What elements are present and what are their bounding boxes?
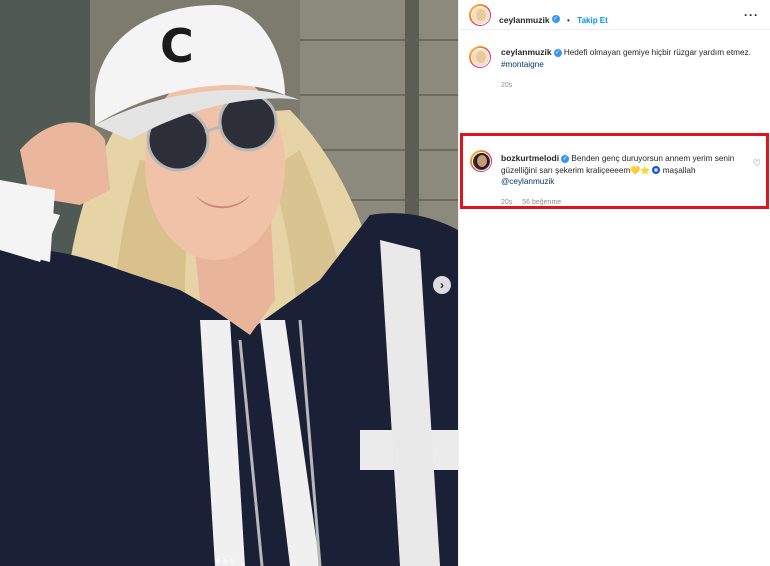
heart-icon[interactable]: ♡ — [753, 158, 761, 169]
comment-timestamp[interactable]: 20s — [501, 199, 512, 206]
post-header: ceylanmuzik ✓ • Takip Et ··· — [459, 0, 770, 30]
caption-text: Hedefi olmayan gemiye hiçbir rüzgar yard… — [563, 48, 751, 57]
caption-username[interactable]: ceylanmuzik — [501, 47, 552, 57]
hashtag-link[interactable]: #montaigne — [501, 60, 544, 69]
yellow-heart-icon: 💛 — [630, 165, 641, 175]
highlighted-comment: bozkurtmelodi ✓ Benden genç duruyorsun an… — [460, 133, 769, 209]
mention-link[interactable]: @ceylanmuzik — [501, 177, 554, 186]
author-avatar[interactable] — [469, 4, 491, 26]
author-username[interactable]: ceylanmuzik — [499, 15, 550, 25]
verified-badge-icon: ✓ — [551, 14, 560, 23]
caption-timestamp[interactable]: 20s — [501, 82, 512, 89]
separator-dot: • — [567, 16, 570, 25]
post-side-panel: ceylanmuzik ✓ • Takip Et ··· ceylanmuzik ✓… — [458, 0, 770, 566]
caption-avatar[interactable] — [469, 46, 491, 68]
post-photo[interactable]: C › — [0, 0, 458, 566]
follow-button[interactable]: Takip Et — [577, 16, 608, 25]
commenter-avatar[interactable] — [470, 150, 492, 172]
carousel-dots — [216, 559, 234, 563]
more-options-icon[interactable]: ··· — [744, 8, 759, 22]
commenter-username[interactable]: bozkurtmelodi — [501, 153, 559, 163]
woman-portrait-image: C — [0, 0, 458, 566]
verified-badge-icon: ✓ — [553, 48, 562, 57]
nazar-bead-icon — [652, 166, 661, 175]
verified-badge-icon: ✓ — [561, 154, 570, 163]
comment-meta: 20s 56 beğenme — [501, 199, 569, 206]
caption-text-block: ceylanmuzik ✓ Hedefi olmayan gemiye hiçbi… — [501, 46, 761, 71]
carousel-dot — [216, 559, 220, 563]
comment-likes[interactable]: 56 beğenme — [522, 199, 561, 206]
chevron-right-icon: › — [440, 278, 444, 292]
comment-tail: maşallah — [662, 165, 696, 175]
svg-text:C: C — [160, 19, 194, 73]
comment-text-block: bozkurtmelodi ✓ Benden genç duruyorsun an… — [501, 153, 756, 188]
carousel-next-button[interactable]: › — [433, 276, 451, 294]
carousel-dot — [223, 559, 227, 563]
star-icon: ⭐ — [640, 165, 651, 175]
carousel-dot — [230, 559, 234, 563]
header-user-line: ceylanmuzik ✓ • Takip Et — [499, 10, 608, 28]
